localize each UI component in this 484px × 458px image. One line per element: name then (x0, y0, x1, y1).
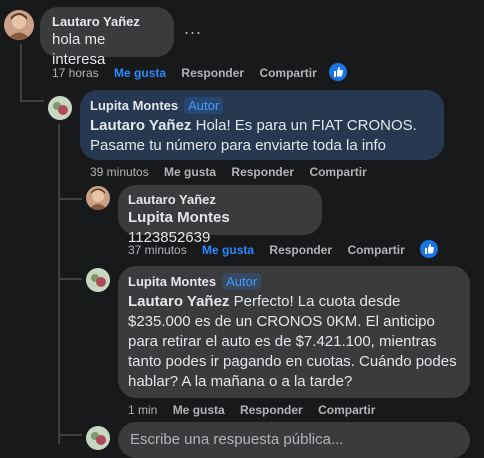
comment-text: hola me interesa (52, 31, 106, 68)
author-badge: Autor (184, 97, 224, 114)
author-badge: Autor (222, 273, 262, 290)
like-icon[interactable] (329, 63, 347, 81)
share-button[interactable]: Compartir (347, 243, 404, 257)
reply-text: Lautaro Yañez Hola! Es para un FIAT CRON… (90, 116, 434, 156)
thread-line-curve (20, 100, 44, 102)
reply-author[interactable]: Lupita Montes (128, 274, 216, 289)
like-icon[interactable] (420, 240, 438, 258)
share-button[interactable]: Compartir (309, 165, 366, 179)
reply-button[interactable]: Responder (269, 243, 332, 257)
comment-time[interactable]: 17 horas (52, 66, 99, 80)
reply-actions: 37 minutos Me gusta Responder Compartir (128, 243, 417, 257)
avatar[interactable] (48, 96, 72, 120)
thread-line (58, 124, 60, 444)
reply-input-placeholder: Escribe una respuesta pública... (130, 431, 344, 448)
reply-input[interactable]: Escribe una respuesta pública... (118, 422, 470, 458)
like-button[interactable]: Me gusta (173, 403, 225, 417)
reply-bubble-author: Lupita Montes Autor Lautaro Yañez Hola! E… (80, 90, 444, 160)
avatar[interactable] (4, 10, 34, 40)
share-button[interactable]: Compartir (259, 66, 316, 80)
reply-bubble: Lautaro Yañez Lupita Montes 1123852639 (118, 185, 322, 246)
thread-line-branch (58, 434, 82, 436)
avatar[interactable] (86, 268, 110, 292)
reply-author[interactable]: Lupita Montes (90, 98, 178, 113)
mention-link[interactable]: Lautaro Yañez (90, 117, 191, 134)
reply-actions: 39 minutos Me gusta Responder Compartir (90, 165, 379, 179)
reply-bubble: Lupita Montes Autor Lautaro Yañez Perfect… (118, 266, 470, 398)
reply-time[interactable]: 1 min (128, 403, 157, 417)
reply-time[interactable]: 37 minutos (128, 243, 187, 257)
mention-link[interactable]: Lautaro Yañez (128, 293, 229, 310)
like-button[interactable]: Me gusta (114, 66, 166, 80)
reply-time[interactable]: 39 minutos (90, 165, 149, 179)
reply-text: Lautaro Yañez Perfecto! La cuota desde $… (128, 292, 460, 392)
thread-line-branch (58, 198, 82, 200)
reply-author[interactable]: Lautaro Yañez (128, 192, 312, 207)
reply-text: Lupita Montes 1123852639 (128, 208, 312, 248)
reply-button[interactable]: Responder (231, 165, 294, 179)
avatar[interactable] (86, 426, 110, 450)
thread-line (20, 44, 22, 102)
reply-button[interactable]: Responder (181, 66, 244, 80)
comment-bubble: Lautaro Yañez hola me interesa (40, 7, 174, 68)
comment-author[interactable]: Lautaro Yañez (52, 14, 162, 29)
like-button[interactable]: Me gusta (164, 165, 216, 179)
reply-actions: 1 min Me gusta Responder Compartir (128, 403, 387, 417)
avatar[interactable] (86, 186, 110, 210)
more-options-icon[interactable]: ... (184, 18, 202, 39)
like-button[interactable]: Me gusta (202, 243, 254, 257)
comment-actions: 17 horas Me gusta Responder Compartir (52, 66, 329, 80)
reply-button[interactable]: Responder (240, 403, 303, 417)
thread-line-branch (58, 278, 82, 280)
mention-link[interactable]: Lupita Montes (128, 209, 230, 226)
share-button[interactable]: Compartir (318, 403, 375, 417)
